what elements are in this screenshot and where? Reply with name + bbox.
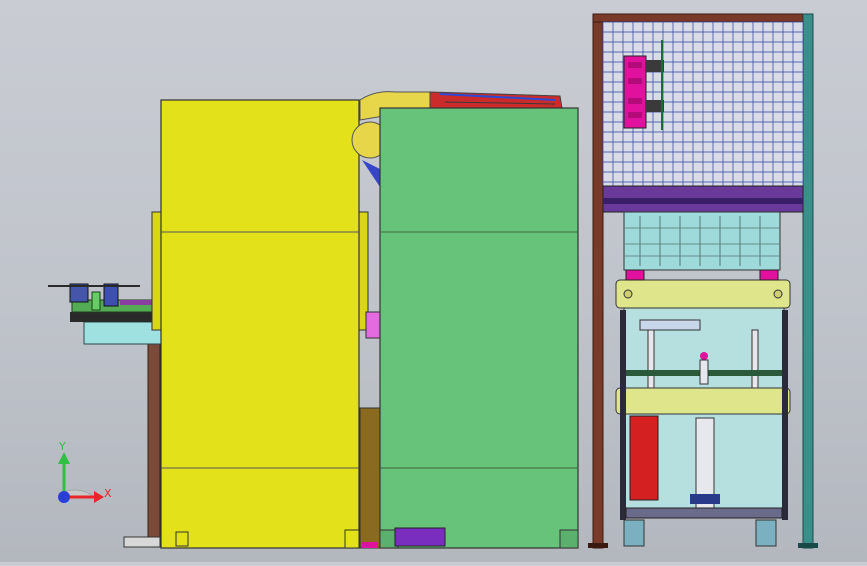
left-feeder-conveyor[interactable] xyxy=(48,283,163,548)
cad-viewport[interactable]: Y X xyxy=(0,0,867,562)
green-cabinet[interactable] xyxy=(362,107,579,549)
triad-y-label: Y xyxy=(59,440,66,453)
yellow-cabinet[interactable] xyxy=(151,99,369,549)
triad-x-label: X xyxy=(104,487,112,500)
upper-housing xyxy=(623,211,781,271)
coordinate-triad xyxy=(58,452,104,503)
assembly-drawing[interactable] xyxy=(0,0,867,562)
press-station[interactable] xyxy=(588,13,818,549)
